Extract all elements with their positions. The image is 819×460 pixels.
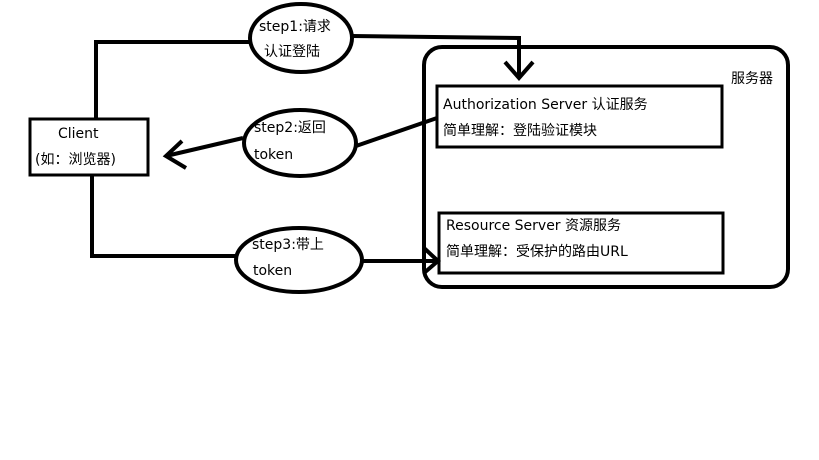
client-sublabel: (如：浏览器) bbox=[35, 152, 116, 168]
auth-server-desc: 简单理解：登陆验证模块 bbox=[443, 123, 597, 139]
step3-connector bbox=[90, 175, 236, 258]
resource-server-desc: 简单理解：受保护的路由URL bbox=[446, 244, 628, 260]
step3-sublabel: token bbox=[253, 263, 293, 279]
step1-sublabel: 认证登陆 bbox=[264, 44, 320, 60]
client-label: Client bbox=[58, 126, 99, 142]
resource-server-title: Resource Server 资源服务 bbox=[446, 218, 622, 234]
step1-label: step1:请求 bbox=[259, 19, 331, 35]
auth-server-title: Authorization Server 认证服务 bbox=[443, 97, 648, 113]
flow-diagram bbox=[28, 2, 790, 294]
step1-connector-out bbox=[351, 34, 521, 76]
step2-label: step2:返回 bbox=[254, 120, 326, 136]
step1-connector bbox=[94, 40, 250, 119]
step1-ellipse bbox=[248, 2, 354, 74]
step2-sublabel: token bbox=[254, 147, 294, 163]
step3-label: step3:带上 bbox=[252, 237, 324, 253]
server-group-label: 服务器 bbox=[731, 71, 773, 87]
